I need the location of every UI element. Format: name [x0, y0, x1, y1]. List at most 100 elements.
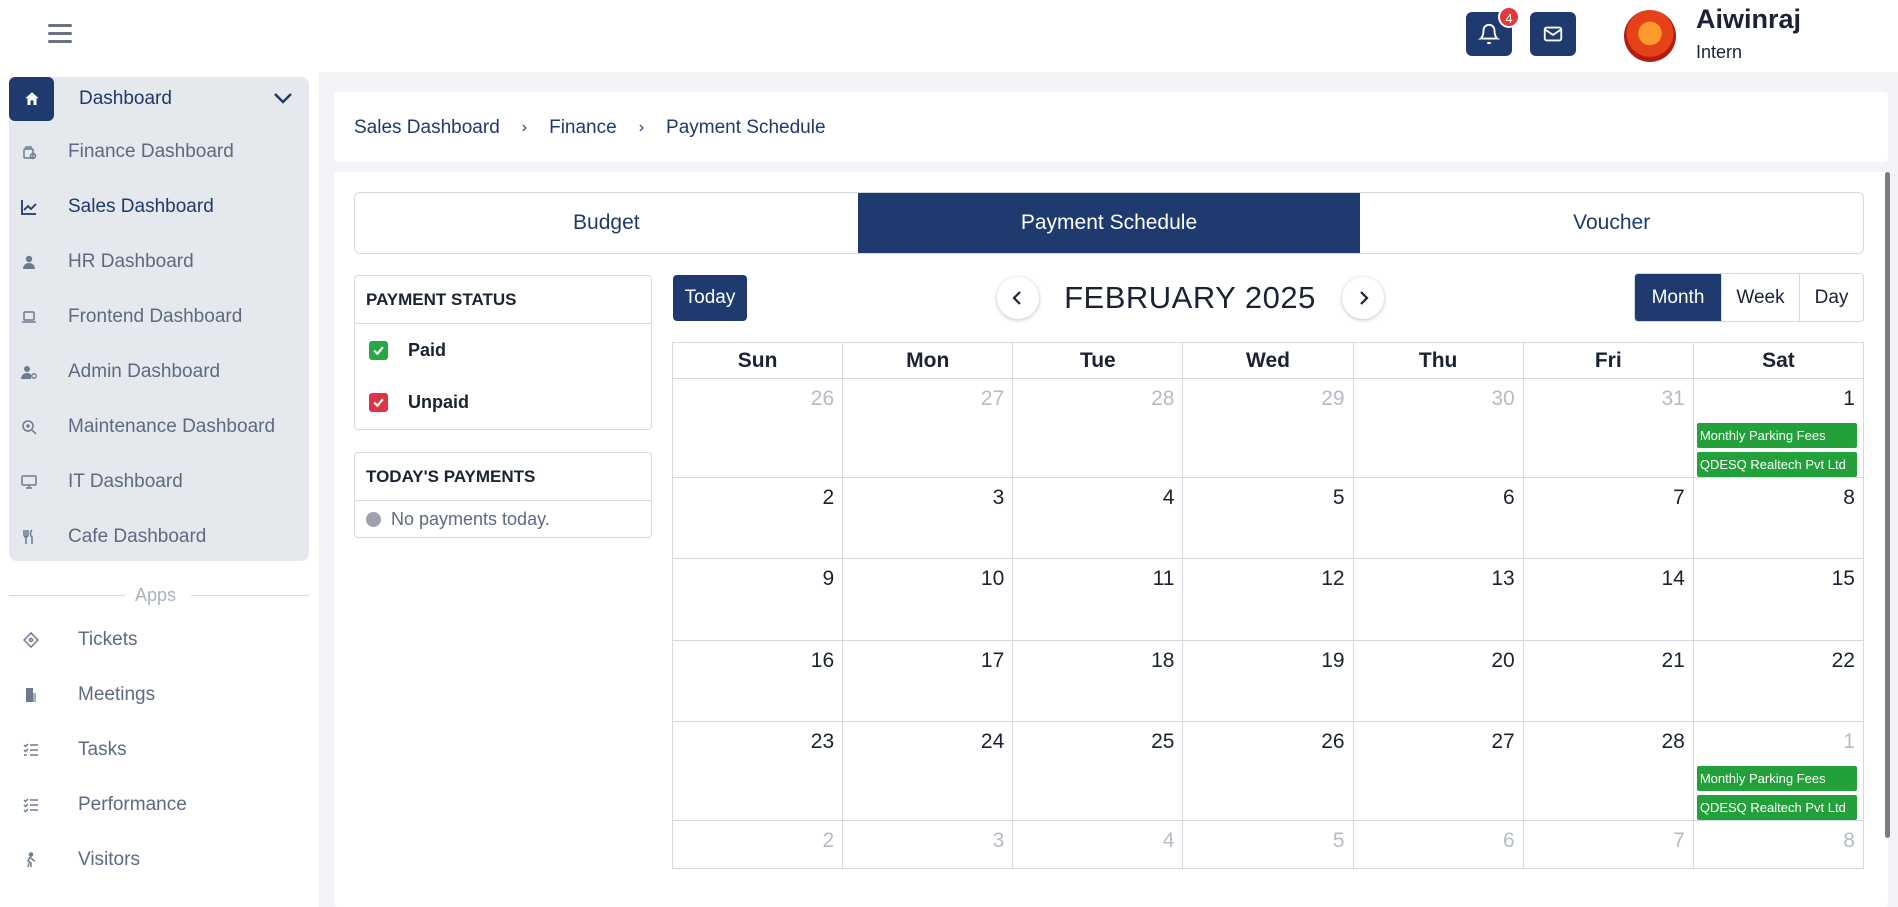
- filter-unpaid-checkbox[interactable]: Unpaid: [355, 376, 651, 428]
- day-number: 26: [810, 387, 835, 410]
- calendar-day-cell[interactable]: 13: [1352, 559, 1523, 640]
- finance-icon: [20, 143, 38, 161]
- breadcrumb-finance[interactable]: Finance: [549, 117, 617, 139]
- breadcrumb-sales-dashboard[interactable]: Sales Dashboard: [354, 117, 500, 139]
- calendar-day-cell[interactable]: 6: [1352, 478, 1523, 558]
- sidebar-item-maintenance-dashboard[interactable]: Maintenance Dashboard: [9, 407, 309, 447]
- menu-toggle-icon[interactable]: [48, 24, 74, 44]
- tab-voucher[interactable]: Voucher: [1360, 193, 1863, 253]
- calendar-day-cell[interactable]: 27: [842, 379, 1012, 477]
- tab-payment-schedule[interactable]: Payment Schedule: [857, 193, 1361, 253]
- calendar-day-cell[interactable]: 24: [842, 722, 1012, 820]
- calendar-day-cell[interactable]: 8: [1692, 821, 1863, 868]
- sidebar-item-label: Performance: [78, 794, 187, 815]
- calendar-day-cell[interactable]: 23: [673, 722, 842, 820]
- sidebar-item-tasks[interactable]: Tasks: [0, 730, 320, 770]
- sidebar-item-cafe-dashboard[interactable]: Cafe Dashboard: [9, 517, 309, 557]
- day-number: 28: [1661, 730, 1685, 753]
- sidebar-item-label: Visitors: [78, 849, 140, 870]
- sidebar-item-it-dashboard[interactable]: IT Dashboard: [9, 462, 309, 502]
- day-number: 3: [992, 486, 1005, 509]
- calendar-day-cell[interactable]: 6: [1352, 821, 1523, 868]
- sidebar-item-sales-dashboard[interactable]: Sales Dashboard: [9, 187, 309, 227]
- calendar-day-cell[interactable]: 26: [1182, 722, 1352, 820]
- prev-month-button[interactable]: [997, 277, 1039, 319]
- calendar-event[interactable]: QDESQ Realtech Pvt Ltd: [1696, 452, 1857, 477]
- sidebar-item-hr-dashboard[interactable]: HR Dashboard: [9, 242, 309, 282]
- tab-budget[interactable]: Budget: [355, 193, 858, 253]
- calendar-day-cell[interactable]: 22: [1692, 641, 1863, 721]
- weekday-header: Wed: [1182, 343, 1352, 378]
- next-month-button[interactable]: [1342, 277, 1384, 319]
- calendar-day-cell[interactable]: 2: [673, 821, 842, 868]
- calendar-day-cell[interactable]: 9: [673, 559, 842, 640]
- messages-button[interactable]: [1530, 12, 1576, 56]
- calendar-day-cell[interactable]: 2: [673, 478, 842, 558]
- calendar-event[interactable]: Monthly Parking Fees: [1696, 766, 1857, 791]
- calendar-day-cell[interactable]: 18: [1012, 641, 1182, 721]
- calendar-day-cell[interactable]: 29: [1182, 379, 1352, 477]
- day-number: 1: [1843, 730, 1855, 753]
- weekday-header: Fri: [1522, 343, 1693, 378]
- calendar-day-cell[interactable]: 4: [1012, 821, 1182, 868]
- calendar-day-cell[interactable]: 26: [673, 379, 842, 477]
- user-gear-icon: [20, 363, 38, 381]
- calendar-day-cell[interactable]: 7: [1522, 478, 1693, 558]
- sidebar-item-meetings[interactable]: Meetings: [0, 675, 320, 715]
- weekday-header: Sat: [1692, 343, 1863, 378]
- mail-icon: [1543, 26, 1563, 42]
- calendar-day-cell[interactable]: 5: [1182, 821, 1352, 868]
- day-number: 4: [1162, 829, 1175, 852]
- notifications-button[interactable]: 4: [1466, 6, 1520, 56]
- calendar-day-cell[interactable]: 25: [1012, 722, 1182, 820]
- sidebar-item-label: HR Dashboard: [68, 251, 194, 272]
- calendar-day-cell[interactable]: 5: [1182, 478, 1352, 558]
- calendar-day-cell[interactable]: 7: [1522, 821, 1693, 868]
- calendar-day-cell[interactable]: 20: [1352, 641, 1523, 721]
- sidebar-item-admin-dashboard[interactable]: Admin Dashboard: [9, 352, 309, 392]
- sidebar-item-performance[interactable]: Performance: [0, 785, 320, 825]
- calendar-day-cell[interactable]: 19: [1182, 641, 1352, 721]
- calendar-day-cell[interactable]: 12: [1182, 559, 1352, 640]
- calendar-day-cell[interactable]: 17: [842, 641, 1012, 721]
- calendar-day-cell[interactable]: 3: [842, 478, 1012, 558]
- calendar-day-cell[interactable]: 4: [1012, 478, 1182, 558]
- day-number: 2: [822, 829, 835, 852]
- today-button[interactable]: Today: [673, 275, 747, 321]
- calendar-day-cell[interactable]: 1 Monthly Parking Fees QDESQ Realtech Pvt …: [1692, 722, 1863, 820]
- calendar-day-cell[interactable]: 14: [1522, 559, 1693, 640]
- sidebar-item-tickets[interactable]: Tickets: [0, 620, 320, 660]
- calendar-day-cell[interactable]: 27: [1352, 722, 1523, 820]
- calendar-day-cell[interactable]: 1 Monthly Parking Fees QDESQ Realtech Pvt …: [1692, 379, 1863, 477]
- calendar-day-cell[interactable]: 28: [1522, 722, 1693, 820]
- calendar-day-cell[interactable]: 28: [1012, 379, 1182, 477]
- filter-paid-checkbox[interactable]: Paid: [355, 324, 651, 376]
- view-week-button[interactable]: Week: [1721, 274, 1799, 321]
- sidebar-item-finance-dashboard[interactable]: Finance Dashboard: [9, 132, 309, 172]
- dashboard-group-toggle[interactable]: Dashboard: [9, 77, 309, 121]
- page-scrollbar[interactable]: [1885, 172, 1890, 838]
- apps-section-label: Apps: [135, 585, 177, 605]
- calendar-day-cell[interactable]: 3: [842, 821, 1012, 868]
- calendar-day-cell[interactable]: 10: [842, 559, 1012, 640]
- calendar-event[interactable]: Monthly Parking Fees: [1696, 423, 1857, 448]
- calendar-day-cell[interactable]: 31: [1522, 379, 1693, 477]
- view-month-button[interactable]: Month: [1635, 274, 1721, 321]
- calendar-day-cell[interactable]: 8: [1692, 478, 1863, 558]
- calendar-day-cell[interactable]: 11: [1012, 559, 1182, 640]
- calendar-day-cell[interactable]: 21: [1522, 641, 1693, 721]
- avatar[interactable]: [1624, 10, 1676, 62]
- calendar-day-cell[interactable]: 30: [1352, 379, 1523, 477]
- wrench-search-icon: [20, 418, 38, 436]
- sidebar: Dashboard Finance Dashboard Sales Dashbo…: [0, 72, 320, 907]
- calendar-day-cell[interactable]: 15: [1692, 559, 1863, 640]
- calendar-event[interactable]: QDESQ Realtech Pvt Ltd: [1696, 795, 1857, 820]
- sidebar-item-frontend-dashboard[interactable]: Frontend Dashboard: [9, 297, 309, 337]
- day-events: Monthly Parking Fees QDESQ Realtech Pvt L…: [1696, 766, 1857, 824]
- calendar-day-cell[interactable]: 16: [673, 641, 842, 721]
- sidebar-item-visitors[interactable]: Visitors: [0, 840, 320, 880]
- view-day-button[interactable]: Day: [1799, 274, 1863, 321]
- sidebar-item-label: Admin Dashboard: [68, 361, 221, 382]
- chevron-right-icon: [1360, 291, 1369, 305]
- payment-status-title: PAYMENT STATUS: [355, 276, 651, 324]
